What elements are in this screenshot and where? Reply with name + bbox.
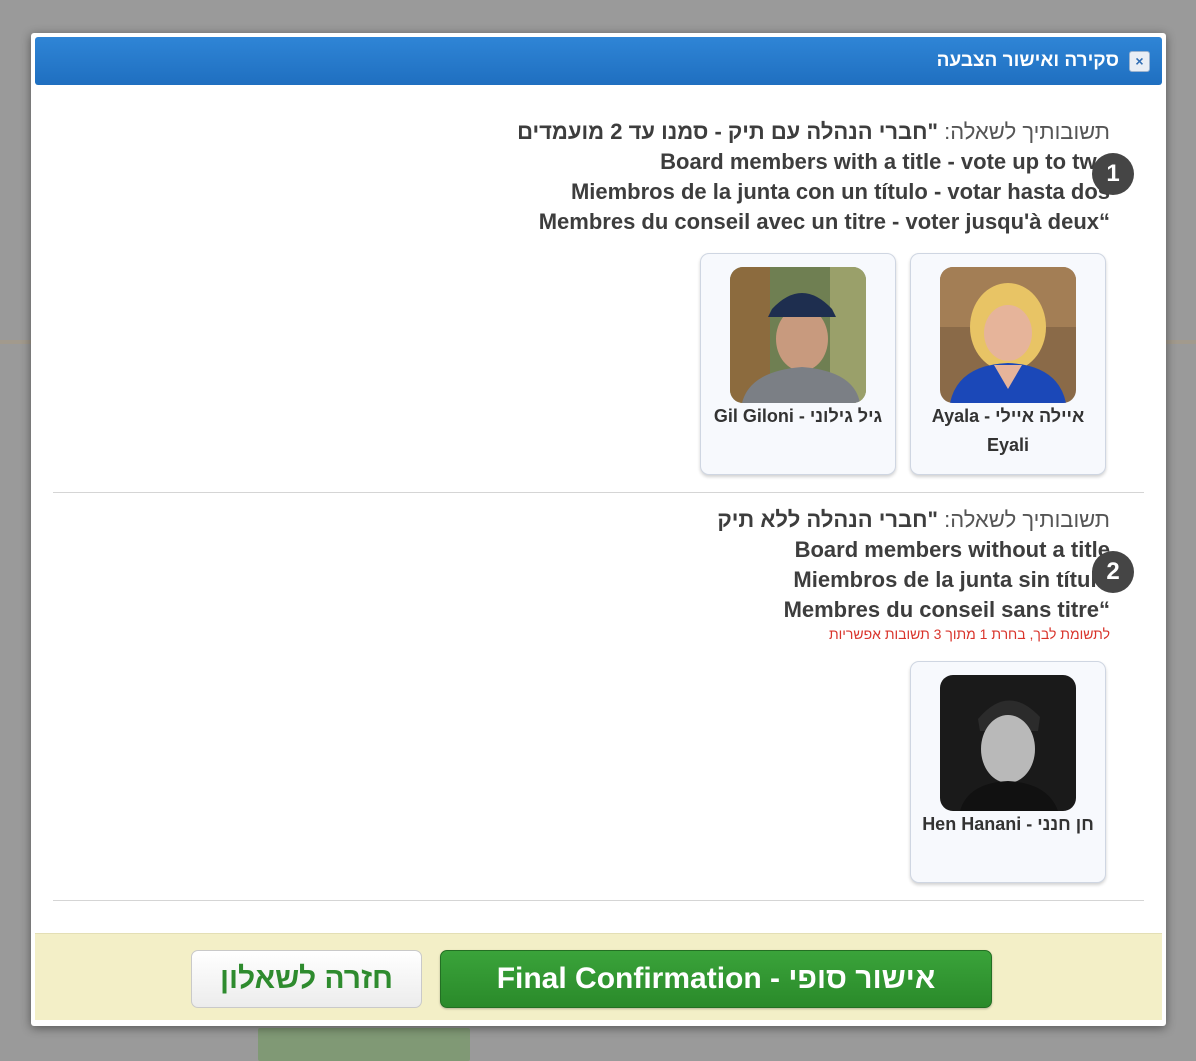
question-block-2: תשובותיך לשאלה: "חברי הנהלה ללא תיק Boar… xyxy=(53,505,1144,885)
question-line: Board members with a title - vote up to … xyxy=(660,149,1110,174)
dialog-footer: אישור סופי - Final Confirmation חזרה לשא… xyxy=(35,933,1162,1020)
question-number-badge: 1 xyxy=(1092,153,1134,195)
question-block-1: תשובותיך לשאלה: "חברי הנהלה עם תיק - סמנ… xyxy=(53,117,1144,497)
back-to-questionnaire-button[interactable]: חזרה לשאלון xyxy=(191,950,422,1008)
dialog-titlebar: × סקירה ואישור הצבעה xyxy=(35,37,1162,85)
question-line: "חברי הנהלה ללא תיק xyxy=(717,507,938,532)
woman-portrait-icon xyxy=(940,267,1076,403)
final-confirmation-button[interactable]: אישור סופי - Final Confirmation xyxy=(440,950,992,1008)
candidate-name: גיל גילוני - Gil Giloni xyxy=(713,406,883,426)
question-line: “Membres du conseil sans titre xyxy=(783,597,1110,622)
question-text: תשובותיך לשאלה: "חברי הנהלה עם תיק - סמנ… xyxy=(210,117,1110,237)
section-divider xyxy=(53,900,1144,901)
selection-note: לתשומת לבך, בחרת 1 מתוך 3 תשובות אפשריות xyxy=(828,626,1110,642)
candidate-list: איילה איילי - Ayala Eyali גיל גילוני - G… xyxy=(700,253,1106,475)
young-man-portrait-icon xyxy=(940,675,1076,811)
question-line: "חברי הנהלה עם תיק - סמנו עד 2 מועמדים xyxy=(517,119,938,144)
candidate-name: איילה איילי - Ayala Eyali xyxy=(931,406,1085,455)
candidate-name: חן חנני - Hen Hanani xyxy=(922,814,1094,834)
candidate-card[interactable]: חן חנני - Hen Hanani xyxy=(910,661,1106,883)
question-line: Miembros de la junta con un título - vot… xyxy=(570,179,1110,204)
man-portrait-icon xyxy=(730,267,866,403)
candidate-card[interactable]: איילה איילי - Ayala Eyali xyxy=(910,253,1106,475)
candidate-list: חן חנני - Hen Hanani xyxy=(910,661,1106,883)
dialog-title: סקירה ואישור הצבעה xyxy=(936,50,1119,71)
question-line: Miembros de la junta sin título xyxy=(793,567,1110,592)
question-text: תשובותיך לשאלה: "חברי הנהלה ללא תיק Boar… xyxy=(210,505,1110,643)
backdrop-button xyxy=(258,1028,470,1061)
section-divider xyxy=(53,492,1144,493)
question-prefix: תשובותיך לשאלה: xyxy=(944,119,1110,144)
review-dialog: × סקירה ואישור הצבעה תשובותיך לשאלה: "חב… xyxy=(31,33,1166,1026)
close-icon[interactable]: × xyxy=(1129,50,1150,72)
question-line: Board members without a title xyxy=(794,537,1110,562)
question-line: “Membres du conseil avec un titre - vote… xyxy=(538,209,1110,234)
question-number-badge: 2 xyxy=(1092,551,1134,593)
candidate-card[interactable]: גיל גילוני - Gil Giloni xyxy=(700,253,896,475)
question-prefix: תשובותיך לשאלה: xyxy=(944,507,1110,532)
